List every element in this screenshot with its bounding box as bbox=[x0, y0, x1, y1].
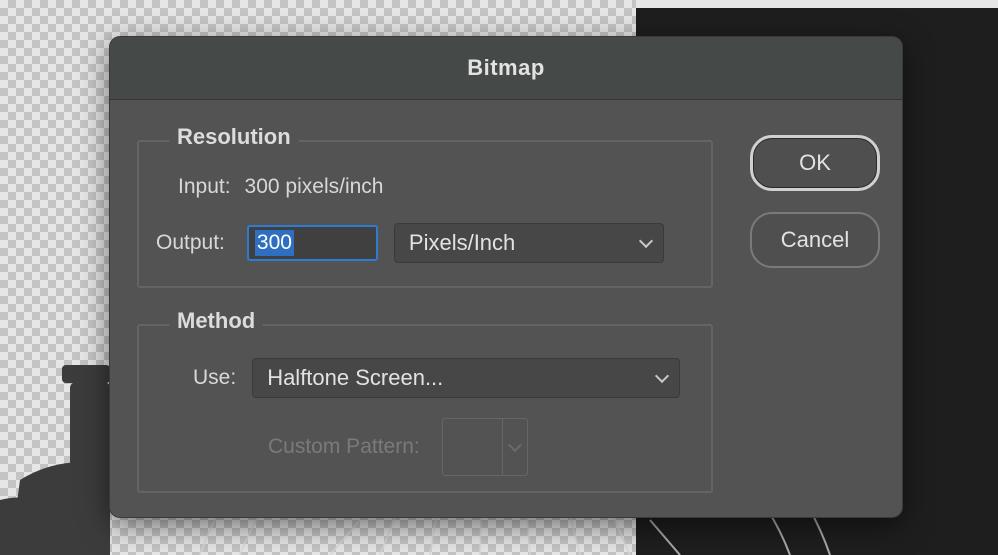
chevron-down-icon bbox=[638, 233, 653, 249]
bitmap-dialog: Bitmap Resolution Input: 300 pixels/inch… bbox=[110, 37, 902, 517]
input-label: Input: bbox=[178, 175, 231, 198]
chevron-down-icon bbox=[507, 437, 522, 453]
input-resolution-row: Input: 300 pixels/inch bbox=[178, 175, 383, 199]
resolution-unit-select[interactable]: Pixels/Inch bbox=[393, 223, 664, 263]
ok-button-label: OK bbox=[799, 150, 831, 175]
ok-button[interactable]: OK bbox=[750, 135, 880, 191]
method-use-value: Halftone Screen... bbox=[267, 365, 444, 390]
input-value: 300 pixels/inch bbox=[244, 175, 384, 198]
cancel-button[interactable]: Cancel bbox=[750, 212, 880, 268]
output-resolution-row: Output: 300 Pixels/Inch bbox=[156, 223, 664, 263]
method-use-row: Use: Halftone Screen... bbox=[193, 358, 681, 398]
resolution-legend: Resolution bbox=[169, 124, 299, 150]
use-label: Use: bbox=[193, 366, 237, 389]
output-resolution-value: 300 bbox=[254, 230, 294, 256]
resolution-group: Resolution bbox=[137, 124, 713, 288]
output-label: Output: bbox=[156, 231, 225, 254]
dialog-title: Bitmap bbox=[467, 55, 545, 80]
pattern-dropdown bbox=[503, 419, 527, 475]
method-legend: Method bbox=[169, 308, 264, 334]
custom-pattern-row: Custom Pattern: bbox=[268, 418, 528, 476]
custom-pattern-picker[interactable] bbox=[441, 418, 528, 476]
method-use-select[interactable]: Halftone Screen... bbox=[252, 358, 681, 398]
pattern-swatch bbox=[443, 419, 503, 475]
chevron-down-icon bbox=[655, 368, 670, 384]
resolution-unit-value: Pixels/Inch bbox=[408, 230, 516, 255]
cancel-button-label: Cancel bbox=[780, 227, 850, 252]
dialog-titlebar: Bitmap bbox=[110, 37, 902, 100]
output-resolution-input[interactable]: 300 bbox=[246, 225, 378, 261]
custom-pattern-label: Custom Pattern: bbox=[268, 435, 420, 458]
